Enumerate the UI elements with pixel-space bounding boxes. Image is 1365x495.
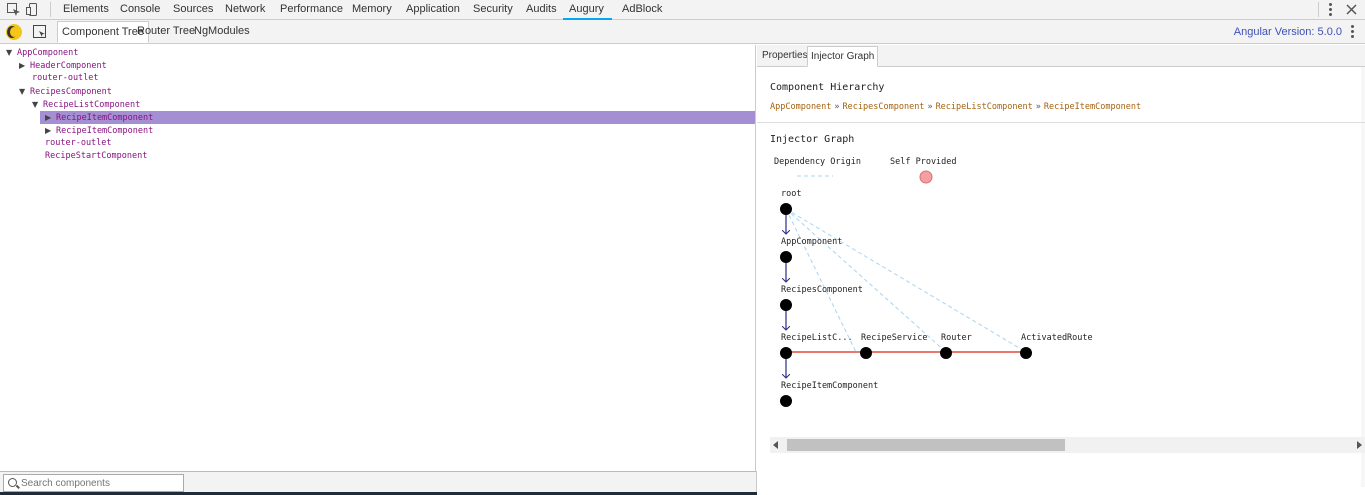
legend-dependency-origin: Dependency Origin — [774, 157, 861, 167]
expand-caret-icon[interactable]: ▼ — [6, 46, 17, 59]
graph-node-label: ActivatedRoute — [1021, 333, 1093, 343]
graph-node-label: RecipesComponent — [781, 285, 863, 295]
graph-node-recipelistcomponent[interactable] — [780, 347, 792, 359]
tree-node[interactable]: RecipeStartComponent — [45, 150, 746, 163]
tab-console[interactable]: Console — [114, 0, 166, 20]
tree-node[interactable]: router-outlet — [45, 137, 746, 150]
expand-caret-icon[interactable]: ▼ — [32, 98, 43, 111]
graph-node-router[interactable] — [940, 347, 952, 359]
tab-security[interactable]: Security — [467, 0, 519, 20]
scrollbar-thumb[interactable] — [787, 439, 1065, 451]
expand-caret-icon[interactable]: ▼ — [19, 85, 30, 98]
legend-self-provided: Self Provided — [890, 157, 957, 167]
dependency-edge — [785, 208, 1027, 353]
tab-network[interactable]: Network — [219, 0, 271, 20]
details-panel: Properties Injector Graph Component Hier… — [757, 45, 1365, 495]
select-component-icon[interactable] — [33, 25, 46, 38]
graph-node-label: RecipeItemComponent — [781, 381, 879, 391]
tree-node-label: RecipeItemComponent — [56, 113, 154, 123]
tab-memory[interactable]: Memory — [346, 0, 398, 20]
tree-node[interactable]: router-outlet — [32, 72, 746, 85]
tab-sources[interactable]: Sources — [167, 0, 219, 20]
graph-node-recipeitemcomponent[interactable] — [780, 395, 792, 407]
dependency-edge — [785, 208, 947, 353]
injector-graph — [780, 170, 1032, 407]
inspect-element-icon[interactable] — [7, 3, 21, 16]
search-input[interactable] — [21, 476, 181, 490]
angular-version: Angular Version: 5.0.0 — [1233, 26, 1342, 38]
graph-node-recipescomponent[interactable] — [780, 299, 792, 311]
augury-theme-icon[interactable] — [6, 24, 22, 40]
tree-node-selected[interactable]: ▶ RecipeItemComponent — [40, 111, 755, 124]
graph-node-activatedroute[interactable] — [1020, 347, 1032, 359]
dependency-edge — [785, 208, 857, 353]
device-toolbar-icon[interactable] — [26, 3, 40, 16]
graph-node-recipeservice[interactable] — [860, 347, 872, 359]
tree-node[interactable]: ▼ AppComponent — [6, 46, 746, 59]
expand-caret-icon[interactable]: ▶ — [19, 59, 30, 72]
augury-menu-icon[interactable] — [1347, 24, 1357, 39]
tree-node[interactable]: ▼ RecipeListComponent — [32, 98, 746, 111]
tab-ngmodules[interactable]: NgModules — [190, 21, 254, 43]
graph-node-label: RecipeService — [861, 333, 928, 343]
devtools-menu-icon[interactable] — [1325, 2, 1335, 17]
tab-elements[interactable]: Elements — [57, 0, 115, 20]
scroll-left-icon[interactable] — [773, 441, 778, 449]
tree-node-label: HeaderComponent — [30, 61, 107, 71]
graph-node-label: root — [781, 189, 802, 199]
tree-node-label: RecipeListComponent — [43, 100, 141, 110]
tree-node-label: router-outlet — [45, 138, 112, 148]
horizontal-scrollbar[interactable] — [770, 437, 1365, 453]
tab-application[interactable]: Application — [400, 0, 466, 20]
legend-self-provided-marker — [919, 170, 933, 184]
tree-node-label: RecipesComponent — [30, 87, 112, 97]
tab-augury[interactable]: Augury — [563, 0, 612, 20]
search-icon — [8, 478, 17, 487]
tree-node[interactable]: ▶ HeaderComponent — [19, 59, 746, 72]
tree-node-label: router-outlet — [32, 73, 99, 83]
scroll-right-icon[interactable] — [1357, 441, 1362, 449]
tree-node-label: RecipeItemComponent — [56, 126, 154, 136]
tab-audits[interactable]: Audits — [520, 0, 563, 20]
expand-caret-icon[interactable]: ▶ — [45, 111, 56, 124]
graph-node-label: Router — [941, 333, 972, 343]
search-box[interactable] — [3, 474, 184, 492]
graph-node-label: RecipeListC... — [781, 333, 853, 343]
graph-node-label: AppComponent — [781, 237, 843, 247]
tab-performance[interactable]: Performance — [274, 0, 349, 20]
expand-caret-icon[interactable]: ▶ — [45, 124, 56, 137]
graph-node-appcomponent[interactable] — [780, 251, 792, 263]
close-devtools-icon[interactable] — [1346, 4, 1357, 15]
devtools-tab-bar: Elements Console Sources Network Perform… — [0, 0, 1365, 20]
tree-node[interactable]: ▼ RecipesComponent — [19, 85, 746, 98]
tree-node-label: AppComponent — [17, 48, 79, 58]
tree-node-label: RecipeStartComponent — [45, 151, 148, 161]
tab-adblock[interactable]: AdBlock — [616, 0, 668, 20]
tree-node[interactable]: ▶ RecipeItemComponent — [45, 124, 746, 137]
graph-node-root[interactable] — [780, 203, 792, 215]
augury-toolbar: Component Tree Router Tree NgModules Ang… — [0, 20, 1365, 44]
component-tree-panel: ▼ AppComponent ▶ HeaderComponent router-ou… — [0, 45, 756, 471]
